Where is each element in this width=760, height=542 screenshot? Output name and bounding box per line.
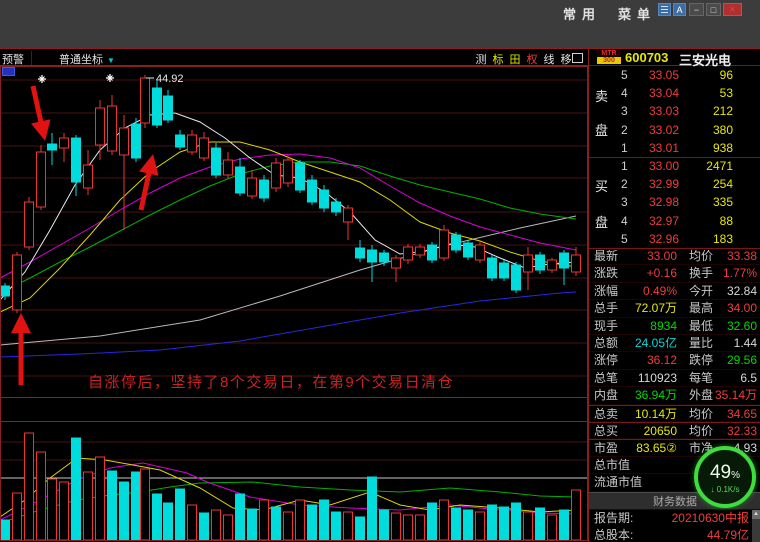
quote-row: 内盘36.94万外盘35.14万 xyxy=(589,387,760,404)
order-row[interactable]: 333.03212 xyxy=(589,102,760,120)
order-row[interactable]: 332.98335 xyxy=(589,193,760,211)
buy-pan-label: 盘 xyxy=(595,212,608,231)
index-badge: MTR 300 xyxy=(597,50,621,65)
stock-header: MTR 300 600703 三安光电 xyxy=(589,48,760,66)
stock-code[interactable]: 600703 xyxy=(625,50,668,65)
trading-app-window: 常用 菜单 A − □ × 预警 普通坐标▼ 测标田权线移 44.92自涨停后，… xyxy=(0,0,760,542)
font-icon[interactable]: A xyxy=(673,3,686,16)
net-speed: ↓ 0.1K/s xyxy=(698,485,752,494)
theme-icon[interactable] xyxy=(658,3,671,16)
scrollbar[interactable]: ▲ xyxy=(752,510,760,542)
total-shares-row: 总股本: 44.79亿 xyxy=(589,527,760,542)
network-speed-indicator[interactable]: 49% ↓ 0.1K/s xyxy=(694,446,756,508)
sell-pan-label: 盘 xyxy=(595,120,608,139)
quote-row: 最新33.00均价33.38 xyxy=(589,248,760,265)
order-row[interactable]: 232.99254 xyxy=(589,175,760,193)
sell-order-book: 533.0596433.0453333.03212233.02380133.01… xyxy=(589,66,760,157)
order-row[interactable]: 533.0596 xyxy=(589,66,760,84)
report-period-label: 报告期: xyxy=(594,510,633,527)
order-row[interactable]: 532.96183 xyxy=(589,230,760,248)
restore-button[interactable]: □ xyxy=(706,3,721,16)
mini-chart-icon[interactable] xyxy=(2,67,15,76)
kline-chart-area[interactable]: 44.92 自涨停后，坚持了8个交易日，在第9个交易日清仓 xyxy=(0,0,588,542)
net-percent: 49 xyxy=(710,462,731,483)
quote-row: 现手8934最低32.60 xyxy=(589,318,760,335)
trade-annotation: 自涨停后，坚持了8个交易日，在第9个交易日清仓 xyxy=(88,373,454,391)
quote-row: 总卖10.14万均价34.65 xyxy=(589,405,760,422)
order-row[interactable]: 133.002471 xyxy=(589,157,760,175)
quote-row: 总额24.05亿量比1.44 xyxy=(589,335,760,352)
grid-glyph-icon xyxy=(661,6,668,13)
buy-label: 买 xyxy=(595,176,608,195)
close-button[interactable]: × xyxy=(723,3,742,16)
peak-price-label: 44.92 xyxy=(156,73,184,85)
quote-row: 涨停36.12跌停29.56 xyxy=(589,352,760,369)
quote-panel: MTR 300 600703 三安光电 533.0596433.0453333.… xyxy=(588,48,760,542)
quote-row: 总手72.07万最高34.00 xyxy=(589,300,760,317)
kline-chart[interactable]: 44.92 自涨停后，坚持了8个交易日，在第9个交易日清仓 xyxy=(0,0,588,542)
report-period-value: 20210630中报 xyxy=(672,510,749,527)
minimize-button[interactable]: − xyxy=(689,3,704,16)
report-period-row: 报告期: 20210630中报 xyxy=(589,510,760,527)
sell-label: 卖 xyxy=(595,86,608,105)
scroll-up-icon[interactable]: ▲ xyxy=(752,510,760,519)
order-row[interactable]: 433.0453 xyxy=(589,84,760,102)
order-row[interactable]: 133.01938 xyxy=(589,139,760,157)
order-row[interactable]: 432.9788 xyxy=(589,212,760,230)
total-shares-value: 44.79亿 xyxy=(707,527,749,542)
buy-order-book: 133.002471232.99254332.98335432.9788532.… xyxy=(589,157,760,248)
order-row[interactable]: 233.02380 xyxy=(589,121,760,139)
menu-menu[interactable]: 菜单 xyxy=(618,4,656,23)
quote-row: 涨幅0.49%今开32.84 xyxy=(589,283,760,300)
total-shares-label: 总股本: xyxy=(594,527,633,542)
quote-row: 总笔110923每笔6.5 xyxy=(589,370,760,387)
quote-row: 涨跌+0.16换手1.77% xyxy=(589,265,760,282)
quote-row: 总买20650均价32.33 xyxy=(589,422,760,439)
